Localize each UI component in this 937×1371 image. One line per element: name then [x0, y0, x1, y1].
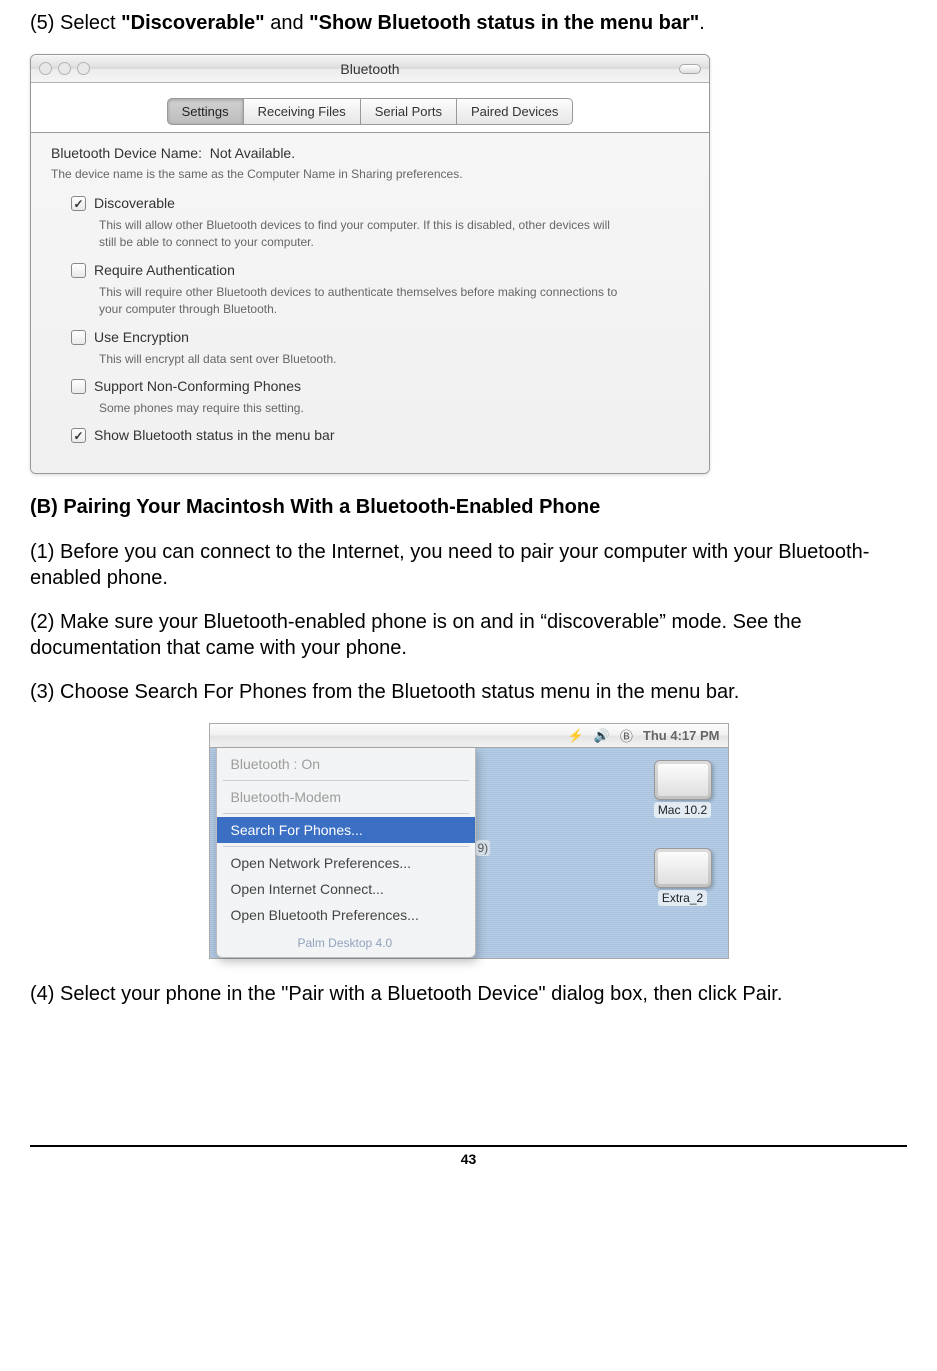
partial-text: 9)	[476, 840, 491, 856]
encrypt-desc: This will encrypt all data sent over Blu…	[99, 351, 619, 368]
menubar-label: Show Bluetooth status in the menu bar	[94, 427, 334, 443]
step5-bold1: "Discoverable"	[121, 12, 264, 34]
page-number: 43	[30, 1151, 907, 1167]
step5-mid: and	[265, 12, 309, 34]
discoverable-label: Discoverable	[94, 195, 175, 211]
menu-item-internet-connect[interactable]: Open Internet Connect...	[217, 876, 475, 902]
section-b-heading: (B) Pairing Your Macintosh With a Blueto…	[30, 496, 907, 519]
tab-bar: Settings Receiving Files Serial Ports Pa…	[31, 83, 709, 133]
menu-item-bt-modem: Bluetooth-Modem	[217, 784, 475, 810]
encrypt-label: Use Encryption	[94, 329, 189, 345]
hdd-mac[interactable]: Mac 10.2	[654, 760, 712, 818]
faded-desktop-label: Palm Desktop 4.0	[298, 936, 393, 950]
encrypt-checkbox[interactable]	[71, 330, 86, 345]
menubar: ⚡ 🔊 Ⓑ Thu 4:17 PM	[210, 724, 728, 748]
menu-item-bt-status: Bluetooth : On	[217, 751, 475, 777]
clock[interactable]: Thu 4:17 PM	[643, 728, 720, 743]
window-titlebar: Bluetooth	[31, 55, 709, 83]
device-name-row: Bluetooth Device Name: Not Available.	[51, 145, 689, 161]
bluetooth-icon[interactable]: Ⓑ	[620, 726, 633, 745]
auth-row: Require Authentication	[71, 262, 689, 278]
step-b2: (2) Make sure your Bluetooth-enabled pho…	[30, 609, 907, 661]
tab-settings[interactable]: Settings	[167, 98, 244, 125]
noncon-desc: Some phones may require this setting.	[99, 400, 619, 417]
discoverable-row: Discoverable	[71, 195, 689, 211]
hdd-label-extra: Extra_2	[658, 890, 707, 906]
bluetooth-status-menu: Bluetooth : On Bluetooth-Modem Search Fo…	[216, 748, 476, 958]
footer-rule	[30, 1145, 907, 1147]
noncon-checkbox[interactable]	[71, 379, 86, 394]
menu-separator	[223, 780, 469, 781]
discoverable-desc: This will allow other Bluetooth devices …	[99, 217, 619, 252]
encrypt-row: Use Encryption	[71, 329, 689, 345]
step-b4: (4) Select your phone in the "Pair with …	[30, 981, 907, 1007]
sound-icon[interactable]: 🔊	[594, 728, 610, 744]
auth-label: Require Authentication	[94, 262, 235, 278]
menu-separator	[223, 813, 469, 814]
step5-prefix: (5) Select	[30, 12, 121, 34]
step5-text: (5) Select "Discoverable" and "Show Blue…	[30, 10, 907, 36]
noncon-label: Support Non-Conforming Phones	[94, 378, 301, 394]
bluetooth-menu-figure: ⚡ 🔊 Ⓑ Thu 4:17 PM Bluetooth : On Bluetoo…	[209, 723, 729, 959]
desktop-icons: Mac 10.2 Extra_2	[476, 748, 728, 958]
step5-suffix: .	[699, 12, 705, 34]
step5-bold2: "Show Bluetooth status in the menu bar"	[309, 12, 699, 34]
menu-item-search-phones[interactable]: Search For Phones...	[217, 817, 475, 843]
hdd-icon	[654, 760, 712, 800]
hdd-label-mac: Mac 10.2	[654, 802, 711, 818]
charge-icon: ⚡	[568, 728, 584, 744]
menubar-checkbox[interactable]	[71, 428, 86, 443]
tab-receiving-files[interactable]: Receiving Files	[243, 98, 361, 125]
desktop-area: Bluetooth : On Bluetooth-Modem Search Fo…	[210, 748, 728, 958]
device-name-value: Not Available.	[210, 145, 295, 161]
menu-item-network-prefs[interactable]: Open Network Preferences...	[217, 850, 475, 876]
prefs-content: Bluetooth Device Name: Not Available. Th…	[31, 133, 709, 473]
tab-serial-ports[interactable]: Serial Ports	[360, 98, 457, 125]
device-name-note: The device name is the same as the Compu…	[51, 167, 689, 181]
tab-paired-devices[interactable]: Paired Devices	[456, 98, 573, 125]
discoverable-checkbox[interactable]	[71, 196, 86, 211]
step-b1: (1) Before you can connect to the Intern…	[30, 539, 907, 591]
menu-item-bt-prefs[interactable]: Open Bluetooth Preferences...	[217, 902, 475, 928]
step-b3: (3) Choose Search For Phones from the Bl…	[30, 679, 907, 705]
auth-desc: This will require other Bluetooth device…	[99, 284, 619, 319]
bluetooth-prefs-window: Bluetooth Settings Receiving Files Seria…	[30, 54, 710, 474]
device-name-label: Bluetooth Device Name:	[51, 145, 202, 161]
menubar-row: Show Bluetooth status in the menu bar	[71, 427, 689, 443]
noncon-row: Support Non-Conforming Phones	[71, 378, 689, 394]
hdd-extra[interactable]: Extra_2	[654, 848, 712, 906]
menu-separator	[223, 846, 469, 847]
hdd-icon	[654, 848, 712, 888]
window-title: Bluetooth	[31, 61, 709, 77]
auth-checkbox[interactable]	[71, 263, 86, 278]
